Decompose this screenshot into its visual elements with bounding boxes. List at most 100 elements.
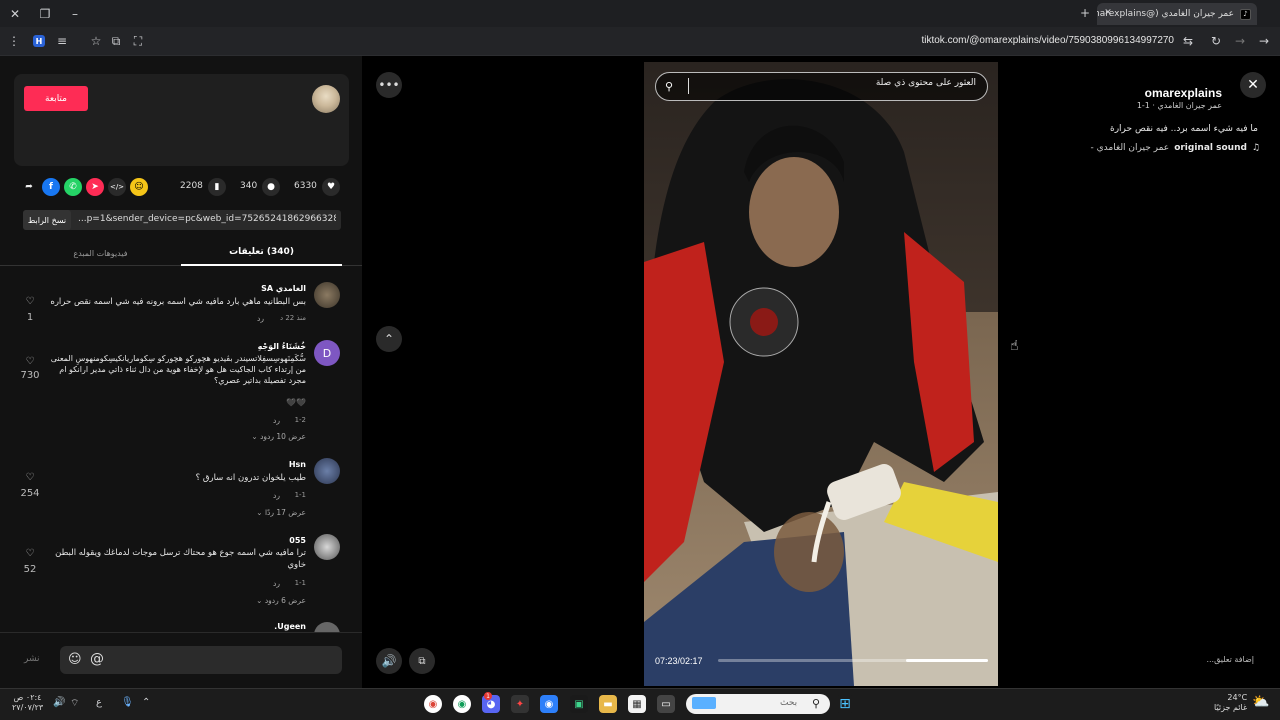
weather-widget[interactable]: 24°C غائم جزئيًا xyxy=(1214,693,1247,713)
comment-avatar[interactable] xyxy=(314,534,340,560)
microphone-icon[interactable]: 🎙 xyxy=(121,697,134,708)
window-close-icon[interactable]: ✕ xyxy=(8,7,22,21)
comment-like-count: 730 xyxy=(20,370,40,381)
app-icon[interactable]: ✦ xyxy=(511,695,529,713)
mention-icon[interactable]: @ xyxy=(90,651,104,667)
new-tab-button[interactable]: + xyxy=(1078,6,1092,20)
reply-link[interactable]: رد xyxy=(273,416,280,425)
comment-icon[interactable]: ● xyxy=(262,178,280,196)
screenshot-icon[interactable]: ⛶ xyxy=(132,34,144,48)
reading-list-icon[interactable]: ≡ xyxy=(56,34,68,48)
sound-name: original sound xyxy=(1174,143,1247,153)
reply-link[interactable]: رد xyxy=(257,314,264,323)
clock[interactable]: ٠٢:٤ ص ٢٧/٠٧/٢٣ xyxy=(12,693,43,713)
copy-link-button[interactable]: نسخ الرابط xyxy=(23,210,71,230)
windows-start-icon[interactable]: ⊞ xyxy=(836,695,854,713)
heart-icon[interactable]: ♥ xyxy=(322,178,340,196)
chrome-active-icon[interactable]: ◉ xyxy=(540,695,558,713)
comment-time: 1-2 xyxy=(294,416,306,424)
menu-dots-icon[interactable]: ⋮ xyxy=(8,34,20,48)
comment-emoji: 🖤🖤 xyxy=(286,398,306,407)
store-icon[interactable]: ▦ xyxy=(628,695,646,713)
video-frame xyxy=(644,62,998,686)
tab-creator-videos[interactable]: فيديوهات المبدع xyxy=(20,240,181,266)
extensions-icon[interactable]: ⧉ xyxy=(110,34,122,48)
comment-author[interactable]: خُشَنَاءُ الوَجْهِ xyxy=(258,342,306,351)
taskbar-search-icon: ⚲ xyxy=(812,697,821,710)
task-view-icon[interactable]: ▭ xyxy=(657,695,675,713)
sound-link[interactable]: - عمر جيران الغامدي original sound ♫ xyxy=(1091,143,1260,153)
url-text[interactable]: tiktok.com/@omarexplains/video/759038099… xyxy=(921,35,1174,46)
comments-count: 340 xyxy=(240,181,258,191)
comment-like-icon[interactable]: ♡ xyxy=(20,548,40,559)
comment-avatar[interactable]: D xyxy=(314,340,340,366)
forward-icon[interactable]: → xyxy=(1234,34,1246,48)
share-link-text[interactable]: ...p=1&sender_device=pc&web_id=752652418… xyxy=(78,214,336,224)
notification-badge: 1 xyxy=(484,692,492,700)
previous-video-icon[interactable]: ⌃ xyxy=(376,326,402,352)
video-time: 07:23/02:17 xyxy=(655,656,703,666)
view-replies-label: عرض 17 ردًا xyxy=(264,508,306,517)
emoji-icon[interactable]: ☺ xyxy=(68,652,82,667)
comment-like-icon[interactable]: ♡ xyxy=(20,296,40,307)
comment-author[interactable]: الغامدي SA xyxy=(261,284,306,293)
window-restore-icon[interactable]: ❐ xyxy=(38,7,52,21)
emoji-repost-icon[interactable]: ☺ xyxy=(130,178,148,196)
reply-link[interactable]: رد xyxy=(273,491,280,500)
related-search-placeholder: العثور على محتوى ذي صلة xyxy=(875,78,976,88)
creator-subtitle: عمر جيران الغامدي · 1-1 xyxy=(1136,101,1222,110)
comment-avatar[interactable] xyxy=(314,282,340,308)
comment-placeholder: إضافة تعليق... xyxy=(1206,655,1254,664)
tab-close-icon[interactable]: ✕ xyxy=(1102,7,1114,19)
browser-tab[interactable]: ♪ عمر جيران الغامدي (@omarexplains xyxy=(1097,3,1257,25)
comment-like-icon[interactable]: ♡ xyxy=(20,472,40,483)
whatsapp-icon[interactable]: ✆ xyxy=(64,178,82,196)
language-indicator[interactable]: ع xyxy=(96,697,102,708)
window-minimize-icon[interactable]: – xyxy=(68,7,82,21)
creator-username[interactable]: omarexplains xyxy=(1145,86,1222,100)
view-replies-link[interactable]: عرض 17 ردًا ⌄ xyxy=(256,508,306,517)
volume-tray-icon[interactable]: 🔊 xyxy=(53,697,65,708)
embed-icon[interactable]: </> xyxy=(108,178,126,196)
more-options-icon[interactable]: ••• xyxy=(376,72,402,98)
mini-player-icon[interactable]: ⧉ xyxy=(409,648,435,674)
bookmark-star-icon[interactable]: ☆ xyxy=(89,34,103,48)
chrome-profile-icon[interactable]: ◉ xyxy=(453,695,471,713)
comment-avatar[interactable] xyxy=(314,622,340,632)
view-replies-link[interactable]: عرض 6 ردود ⌄ xyxy=(256,596,306,605)
file-explorer-icon[interactable]: ▬ xyxy=(599,695,617,713)
extension-h-icon[interactable]: H xyxy=(33,35,45,47)
tray-overflow-icon[interactable]: ⌃ xyxy=(142,697,150,708)
action-row: ➦ f ✆ ➤ </> ☺ 2208 ▮ 340 ● 6330 ♥ xyxy=(20,178,342,198)
reload-icon[interactable]: ↻ xyxy=(1210,34,1222,48)
comment-avatar[interactable] xyxy=(314,458,340,484)
chrome-icon[interactable]: ◉ xyxy=(424,695,442,713)
post-button[interactable]: نشر xyxy=(24,654,40,664)
comment-author[interactable]: Hsn xyxy=(289,460,306,469)
taskbar-search-placeholder: بحث xyxy=(780,698,798,708)
comment-author[interactable]: Ugeen. xyxy=(274,622,306,631)
creator-avatar[interactable] xyxy=(312,85,340,113)
share-arrow-icon[interactable]: ➦ xyxy=(20,178,38,196)
text-cursor xyxy=(688,78,689,94)
search-icon[interactable]: ⚲ xyxy=(665,80,673,93)
tiktok-send-icon[interactable]: ➤ xyxy=(86,178,104,196)
close-video-icon[interactable]: ✕ xyxy=(1240,72,1266,98)
back-icon[interactable]: → xyxy=(1258,34,1270,48)
site-settings-icon[interactable]: ⇆ xyxy=(1182,34,1194,48)
comment-like-icon[interactable]: ♡ xyxy=(20,356,40,367)
tab-comments[interactable]: (340) تعليقات xyxy=(181,240,342,266)
follow-button[interactable]: متابعة xyxy=(24,86,88,111)
view-replies-link[interactable]: عرض 10 ردود ⌄ xyxy=(251,432,306,441)
comment-author[interactable]: 055 xyxy=(289,536,306,545)
video-player[interactable] xyxy=(644,62,998,686)
reply-link[interactable]: رد xyxy=(273,579,280,588)
bookmark-icon[interactable]: ▮ xyxy=(208,178,226,196)
comment-text: بس البطانيه ماهي بارد مافيه شي اسمه برون… xyxy=(50,297,306,307)
likes-count: 6330 xyxy=(294,181,317,191)
facebook-icon[interactable]: f xyxy=(42,178,60,196)
volume-icon[interactable]: 🔊 xyxy=(376,648,402,674)
wifi-icon[interactable]: ⌔ xyxy=(70,697,79,710)
weather-icon: ⛅ xyxy=(1252,694,1270,710)
terminal-icon[interactable]: ▣ xyxy=(570,695,588,713)
